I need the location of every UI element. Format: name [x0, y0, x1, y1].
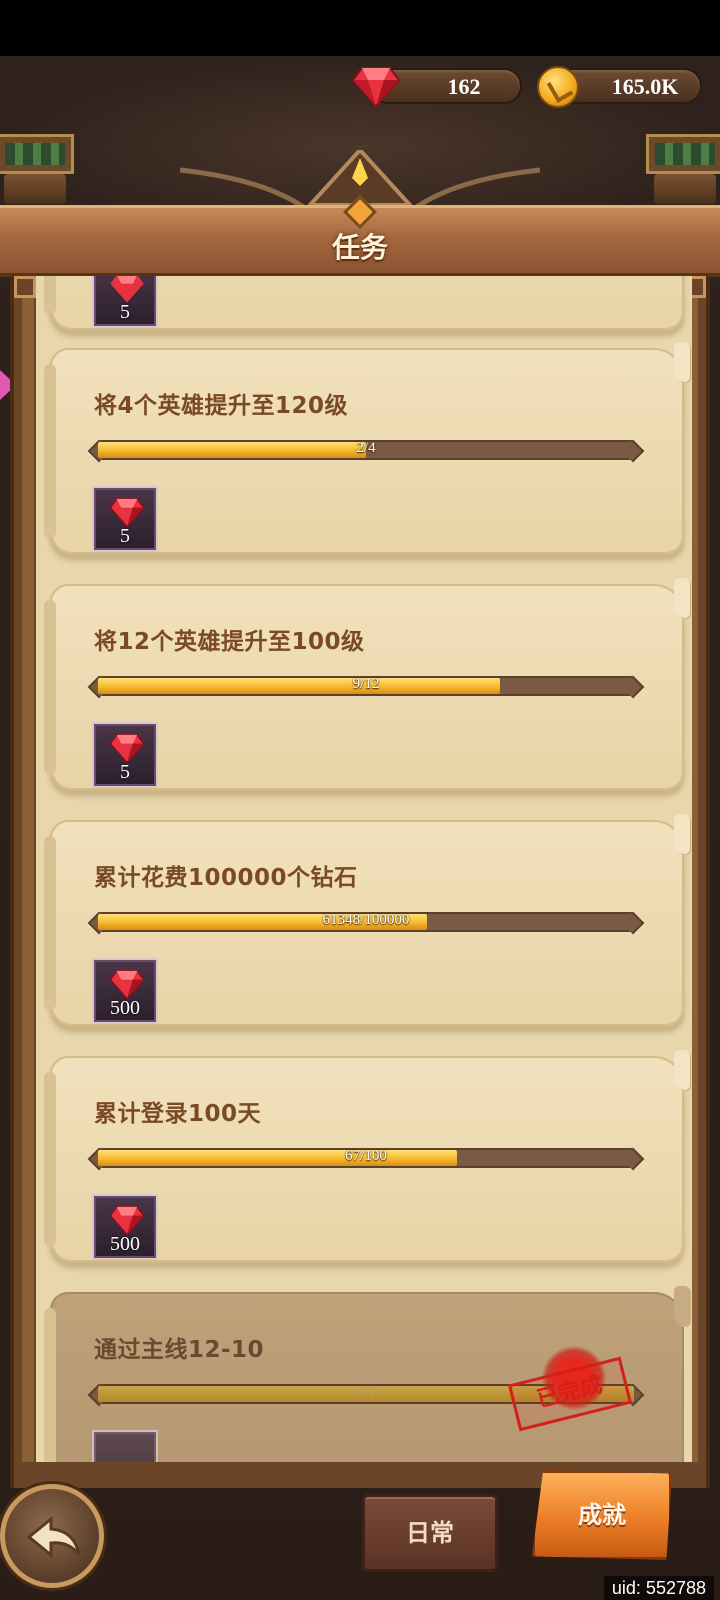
gem-icon [109, 498, 145, 528]
task-card: 将12个英雄提升至100级 9/12 5 [44, 578, 690, 790]
gem-icon [109, 970, 145, 1000]
reward-item[interactable]: 5 [92, 722, 158, 788]
back-arrow-icon [27, 1515, 81, 1559]
task-list[interactable]: 5 将4个英雄提升至120级 2/4 5 将12个英雄提升至100级 9/12 … [36, 276, 692, 1462]
progress-label: 67/100 [345, 1148, 387, 1164]
task-card: 累计花费100000个钻石 61348/100000 500 [44, 814, 690, 1026]
tab-daily[interactable]: 日常 [362, 1494, 498, 1572]
reward-count: 500 [110, 997, 140, 1019]
task-title: 将4个英雄提升至120级 [94, 393, 349, 419]
progress-label: 2/4 [356, 440, 376, 456]
task-progress-bar: 9/12 [92, 674, 640, 698]
tab-achievements[interactable]: 成就 [532, 1470, 672, 1560]
task-card: 累计登录100天 67/100 500 [44, 1050, 690, 1262]
decor-pillar-left [0, 134, 74, 204]
task-title: 通过主线12-10 [94, 1337, 265, 1363]
task-title: 将12个英雄提升至100级 [94, 629, 365, 655]
gem-icon [352, 67, 400, 108]
task-card-completed: 通过主线12-10 1/1 已完成 [44, 1286, 690, 1462]
reward-count: 5 [120, 525, 130, 547]
task-progress-bar: 61348/100000 [92, 910, 640, 934]
reward-count: 5 [120, 301, 130, 323]
gem-icon [110, 276, 144, 303]
task-panel: 5 将4个英雄提升至120级 2/4 5 将12个英雄提升至100级 9/12 … [10, 276, 710, 1488]
reward-item[interactable]: 5 [92, 486, 158, 552]
task-title: 累计花费100000个钻石 [94, 865, 358, 891]
gem-icon [109, 1206, 145, 1236]
task-card: 将4个英雄提升至120级 2/4 5 [44, 342, 690, 554]
task-progress-bar: 67/100 [92, 1146, 640, 1170]
page-title: 任务 [331, 231, 388, 264]
reward-count: 5 [120, 761, 130, 783]
decor-pillar-right [646, 134, 720, 204]
reward-item[interactable]: 500 [92, 1194, 158, 1260]
reward-count: 500 [110, 1233, 140, 1255]
task-card: 5 [44, 276, 684, 330]
user-id-label: uid: 552788 [603, 1576, 714, 1600]
reward-item[interactable]: 5 [92, 276, 158, 328]
gem-icon [109, 734, 145, 764]
reward-item[interactable] [92, 1430, 158, 1462]
app-screen: 162 165.0K 任务 5 将4个英雄提升至120级 2/4 5 将12个英… [0, 0, 720, 1600]
gold-coin-icon [537, 66, 579, 108]
reward-item[interactable]: 500 [92, 958, 158, 1024]
progress-label: 9/12 [352, 676, 380, 692]
back-button[interactable] [0, 1484, 104, 1588]
progress-label: 61348/100000 [322, 912, 410, 928]
task-progress-bar: 2/4 [92, 438, 640, 462]
task-title: 累计登录100天 [94, 1101, 262, 1127]
